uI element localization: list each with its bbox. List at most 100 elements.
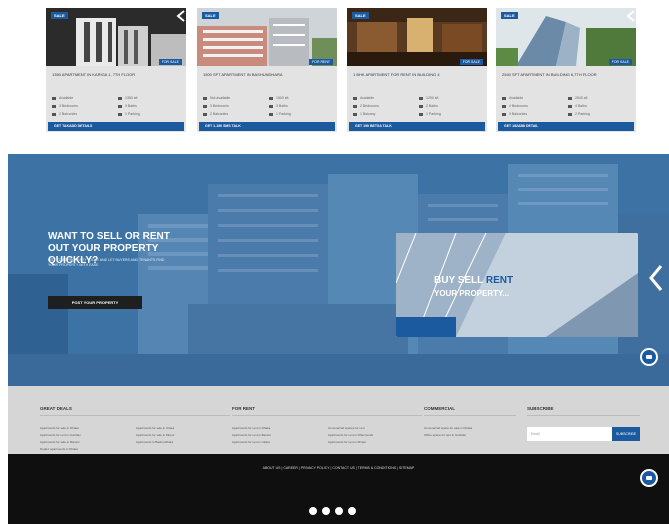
area-icon — [269, 96, 273, 100]
listing-feature: Not available — [203, 96, 230, 100]
bed-icon — [502, 104, 506, 108]
area-icon — [118, 96, 122, 100]
footer-link[interactable]: Apartments for sale in Dhaka — [40, 426, 79, 430]
footer-link[interactable]: Apartments for rent in Dhaka — [232, 426, 270, 430]
listing-feature: 1350 sft — [118, 96, 137, 100]
footer-link[interactable]: Commercial space for sale in Dhaka — [424, 426, 472, 430]
listing-title[interactable]: 1 BHK APARTMENT FOR RENT IN BUILDING 4 — [353, 72, 481, 77]
listing-type-label: FOR SALE — [459, 59, 483, 65]
footer-col-title: FOR RENT — [232, 406, 255, 411]
parking-icon — [419, 112, 423, 116]
chevron-left-icon[interactable] — [176, 10, 186, 22]
area-icon — [568, 96, 572, 100]
listing-card[interactable]: SALE FOR SALE 2540 SFT APARTMENT IN BUIL… — [496, 8, 636, 132]
footer-link[interactable]: Apartments for rent in Mirpur — [328, 440, 366, 444]
twitter-icon[interactable] — [322, 507, 330, 515]
status-icon — [353, 96, 357, 100]
listing-feature: 1 Balcony — [353, 112, 375, 116]
listing-title[interactable]: 2540 SFT APARTMENT IN BUILDING 6,7TH FLO… — [502, 72, 630, 77]
listing-card[interactable]: SALE FOR SALE 1350 APARTMENT IN KARIGA 1… — [46, 8, 186, 132]
parking-icon — [118, 112, 122, 116]
listing-feature: 3 Baths — [118, 104, 137, 108]
chat-icon[interactable] — [640, 348, 658, 366]
divider — [527, 415, 640, 416]
footer-link[interactable]: Apartments for sale in Banani — [40, 440, 79, 444]
linkedin-icon[interactable] — [335, 507, 343, 515]
footer-link[interactable]: Apartments for rent in Uttara — [232, 440, 270, 444]
footer-col-title: COMMERCIAL — [424, 406, 455, 411]
divider — [232, 415, 422, 416]
footer-link[interactable]: Apartments for sale in Mirpur — [136, 433, 175, 437]
footer-bar: ABOUT US | CAREER | PRIVACY POLICY | CON… — [8, 454, 669, 524]
divider — [40, 415, 230, 416]
chevron-left-icon[interactable] — [648, 264, 664, 292]
balcony-icon — [52, 112, 56, 116]
bath-icon — [419, 104, 423, 108]
footer-link[interactable]: Commercial spaces for rent — [328, 426, 365, 430]
balcony-icon — [203, 112, 207, 116]
listing-details-button[interactable]: GET 190 BETSA TALK — [349, 122, 485, 131]
listing-feature: 3 Baths — [269, 104, 288, 108]
footer-link[interactable]: Apartments for rent in Dhanmondi — [328, 433, 373, 437]
listing-details-button[interactable]: GET 1-190 SMS TALK — [199, 122, 335, 131]
listing-feature: 1200 sft — [419, 96, 438, 100]
parking-icon — [269, 112, 273, 116]
bed-icon — [353, 104, 357, 108]
listing-type-label: FOR SALE — [608, 59, 632, 65]
facebook-icon[interactable] — [309, 507, 317, 515]
listing-feature: 2 Baths — [419, 104, 438, 108]
glass-tower-image — [396, 233, 638, 337]
listing-card[interactable]: SALE FOR SALE 1 BHK APARTMENT FOR RENT I… — [347, 8, 487, 132]
listing-feature: 1 Parking — [419, 112, 441, 116]
post-property-button[interactable]: POST YOUR PROPERTY — [48, 296, 142, 309]
listing-feature: 3 Balconies — [502, 112, 527, 116]
promo-card[interactable]: BUY SELL RENT YOUR PROPERTY... — [396, 233, 638, 337]
listing-feature: 2 Parking — [568, 112, 590, 116]
listing-details-button[interactable]: GET TAKADD DETAILS — [48, 122, 184, 131]
listing-feature: 2 Bedrooms — [353, 104, 379, 108]
listing-feature: 1 Parking — [269, 112, 291, 116]
footer-col-title: GREAT DEALS — [40, 406, 72, 411]
balcony-icon — [502, 112, 506, 116]
listing-type-label: FOR SALE — [158, 59, 182, 65]
footer-link[interactable]: Apartments for sale in Uttara — [136, 426, 174, 430]
bath-icon — [269, 104, 273, 108]
chat-icon[interactable] — [640, 469, 658, 487]
bath-icon — [568, 104, 572, 108]
promo-line-2: YOUR PROPERTY... — [434, 289, 510, 298]
listing-feature: 1500 sft — [269, 96, 288, 100]
listing-details-button[interactable]: GET 182AB8 DETAIL — [498, 122, 634, 131]
area-icon — [419, 96, 423, 100]
listing-badge: SALE — [352, 12, 369, 19]
listing-type-label: FOR RENT — [309, 59, 333, 65]
listing-feature: 4 Bedrooms — [502, 104, 528, 108]
bed-icon — [52, 104, 56, 108]
footer-legal-links[interactable]: ABOUT US | CAREER | PRIVACY POLICY | CON… — [8, 466, 669, 470]
youtube-icon[interactable] — [348, 507, 356, 515]
sell-rent-banner: WANT TO SELL OR RENT OUT YOUR PROPERTY Q… — [8, 154, 669, 386]
status-icon — [502, 96, 506, 100]
listing-feature: 3 Bedrooms — [203, 104, 229, 108]
footer-link[interactable]: Apartments for rent in Banani — [232, 433, 271, 437]
listing-feature: 1 Parking — [118, 112, 140, 116]
listing-badge: SALE — [501, 12, 518, 19]
footer-link[interactable]: Office space for rent in Gulshan — [424, 433, 466, 437]
listing-title[interactable]: 1350 APARTMENT IN KARIGA 1, 7TH FLOOR — [52, 72, 180, 77]
listing-feature: Available — [52, 96, 73, 100]
footer-link[interactable]: Apartments for rent in Gulshan — [40, 433, 81, 437]
divider — [424, 415, 516, 416]
footer-link[interactable]: Duplex apartments in Dhaka — [40, 447, 78, 451]
listing-feature: 2 Balconies — [203, 112, 228, 116]
listing-card[interactable]: SALE FOR RENT 1500 SFT APARTMENT IN BASH… — [197, 8, 337, 132]
footer-link[interactable]: Apartments in Bashundhara — [136, 440, 173, 444]
chevron-left-icon[interactable] — [626, 10, 636, 22]
promo-buy-sell: BUY SELL — [434, 275, 486, 286]
subscribe-email-input[interactable]: Email — [527, 427, 612, 441]
subscribe-button[interactable]: SUBSCRIBE — [612, 427, 640, 441]
listing-feature: Available — [502, 96, 523, 100]
balcony-icon — [353, 112, 357, 116]
status-icon — [52, 96, 56, 100]
listing-title[interactable]: 1500 SFT APARTMENT IN BASHUNDHARA — [203, 72, 331, 77]
banner-subtitle: LIST YOUR PROPERTY TODAY AND LET BUYERS … — [48, 258, 165, 267]
promo-line-1: BUY SELL RENT — [434, 275, 513, 286]
